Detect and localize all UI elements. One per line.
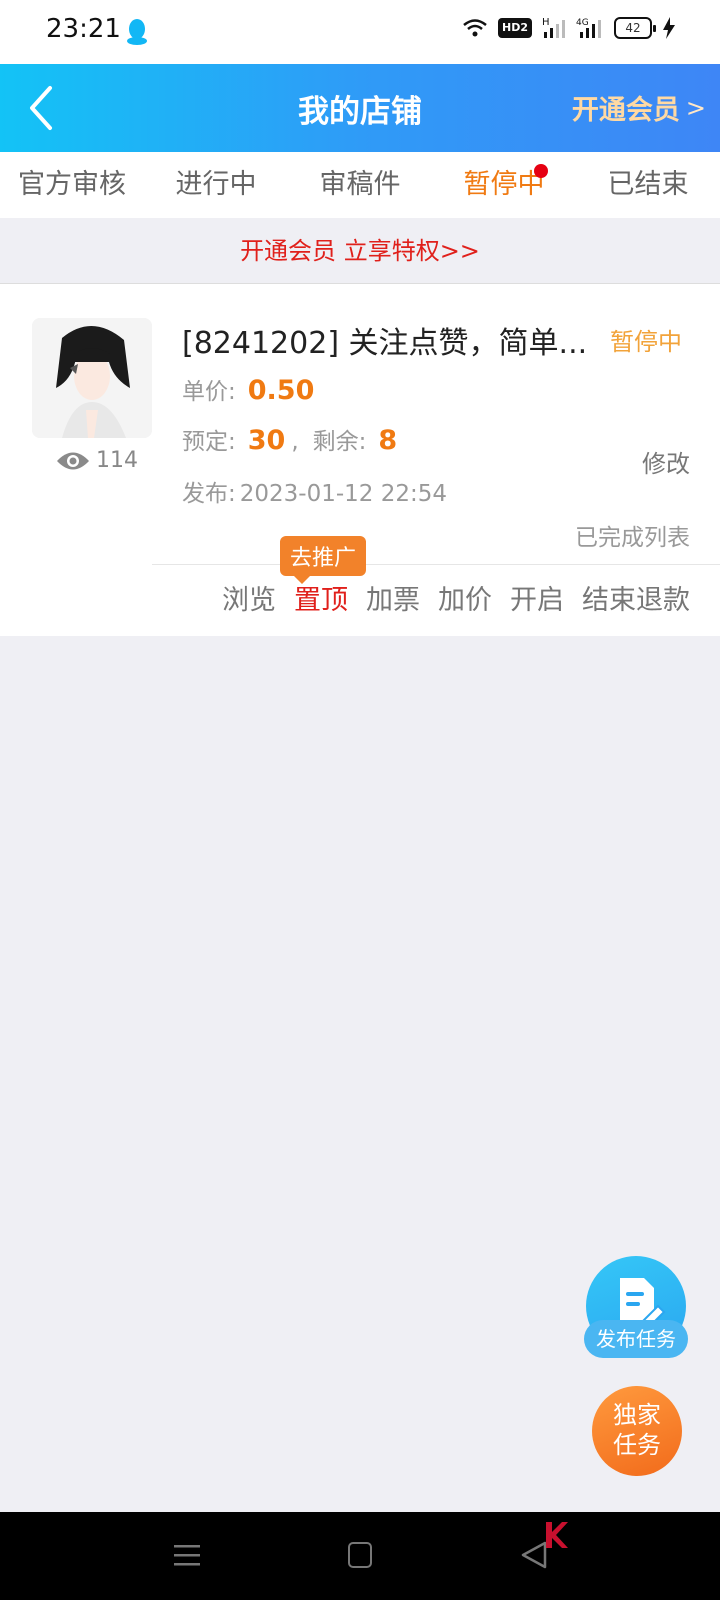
exclusive-line2: 任务 xyxy=(613,1431,661,1459)
exclusive-line1: 独家 xyxy=(613,1401,661,1429)
remaining-value: 8 xyxy=(378,425,398,456)
publish-row: 发布: 2023-01-12 22:54 xyxy=(182,474,447,508)
tab-in-progress[interactable]: 进行中 xyxy=(144,152,288,218)
battery-icon: 42 xyxy=(614,17,656,39)
status-time: 23:21 xyxy=(46,14,121,44)
vip-promo-banner[interactable]: 开通会员 立享特权>> xyxy=(0,218,720,284)
svg-text:4G: 4G xyxy=(576,18,589,28)
tab-bar: 官方审核 进行中 审稿件 暂停中 已结束 xyxy=(0,152,720,218)
divider xyxy=(152,564,720,565)
app-header: 我的店铺 开通会员 > xyxy=(0,64,720,152)
status-bar: 23:21 HD2 H 4G 42 xyxy=(0,0,720,64)
view-count: 114 xyxy=(56,448,138,473)
promote-tooltip[interactable]: 去推广 xyxy=(280,536,367,584)
start-button[interactable]: 开启 xyxy=(510,578,564,617)
booked-value: 30 xyxy=(247,425,286,456)
tab-label: 已结束 xyxy=(607,169,689,200)
booking-row: 预定: 30 , 剩余: 8 xyxy=(182,422,397,456)
status-icons: HD2 H 4G 42 xyxy=(462,16,676,40)
price-value: 0.50 xyxy=(247,375,315,406)
booked-label: 预定: xyxy=(182,429,236,455)
tab-official-review[interactable]: 官方审核 xyxy=(0,152,144,218)
home-icon[interactable] xyxy=(348,1542,372,1568)
publish-task-label[interactable]: 发布任务 xyxy=(584,1320,688,1358)
qq-icon xyxy=(127,19,147,45)
notification-dot xyxy=(534,164,548,178)
charging-icon xyxy=(663,17,675,39)
exclusive-task-fab[interactable]: 独家 任务 xyxy=(592,1386,682,1476)
tab-review-submissions[interactable]: 审稿件 xyxy=(288,152,432,218)
tab-label: 暂停中 xyxy=(463,169,545,200)
edit-button[interactable]: 修改 xyxy=(642,444,690,479)
completed-list-link[interactable]: 已完成列表 xyxy=(575,518,690,552)
task-title[interactable]: [8241202] 关注点赞，简单... xyxy=(182,318,602,362)
publish-label: 发布: xyxy=(182,481,236,507)
tab-label: 进行中 xyxy=(175,169,257,200)
eye-icon xyxy=(57,452,89,469)
task-avatar xyxy=(32,318,152,438)
task-card: 114 [8241202] 关注点赞，简单... 暂停中 单价: 0.50 预定… xyxy=(0,284,720,636)
watermark-logo xyxy=(544,1520,570,1550)
add-tickets-button[interactable]: 加票 xyxy=(366,578,420,617)
signal-4g-icon: 4G xyxy=(576,18,601,38)
wifi-icon xyxy=(463,19,487,37)
watermark-k-icon xyxy=(546,1522,568,1548)
chevron-right-icon: > xyxy=(685,93,706,122)
price-label: 单价: xyxy=(182,379,236,405)
raise-price-button[interactable]: 加价 xyxy=(438,578,492,617)
price-row: 单价: 0.50 xyxy=(182,372,314,406)
task-actions: 浏览 置顶 加票 加价 开启 结束退款 xyxy=(222,578,690,617)
end-refund-button[interactable]: 结束退款 xyxy=(582,578,690,617)
menu-icon[interactable] xyxy=(174,1542,200,1568)
svg-text:H: H xyxy=(542,17,550,28)
open-vip-link[interactable]: 开通会员 > xyxy=(572,88,706,127)
separator: , xyxy=(291,429,299,455)
pin-top-button[interactable]: 置顶 xyxy=(294,578,348,617)
tab-paused[interactable]: 暂停中 xyxy=(432,152,576,218)
system-nav-bar xyxy=(0,1512,720,1600)
remaining-label: 剩余: xyxy=(312,429,367,455)
open-vip-label: 开通会员 xyxy=(571,95,680,126)
tab-label: 审稿件 xyxy=(319,169,401,200)
signal-h-icon: H xyxy=(542,17,565,38)
tab-label: 官方审核 xyxy=(18,169,126,200)
tab-ended[interactable]: 已结束 xyxy=(576,152,720,218)
view-count-value: 114 xyxy=(96,448,138,473)
browse-button[interactable]: 浏览 xyxy=(222,578,276,617)
task-status-badge: 暂停中 xyxy=(610,328,682,356)
publish-date: 2023-01-12 22:54 xyxy=(239,481,448,507)
hd-icon: HD2 xyxy=(498,18,532,38)
